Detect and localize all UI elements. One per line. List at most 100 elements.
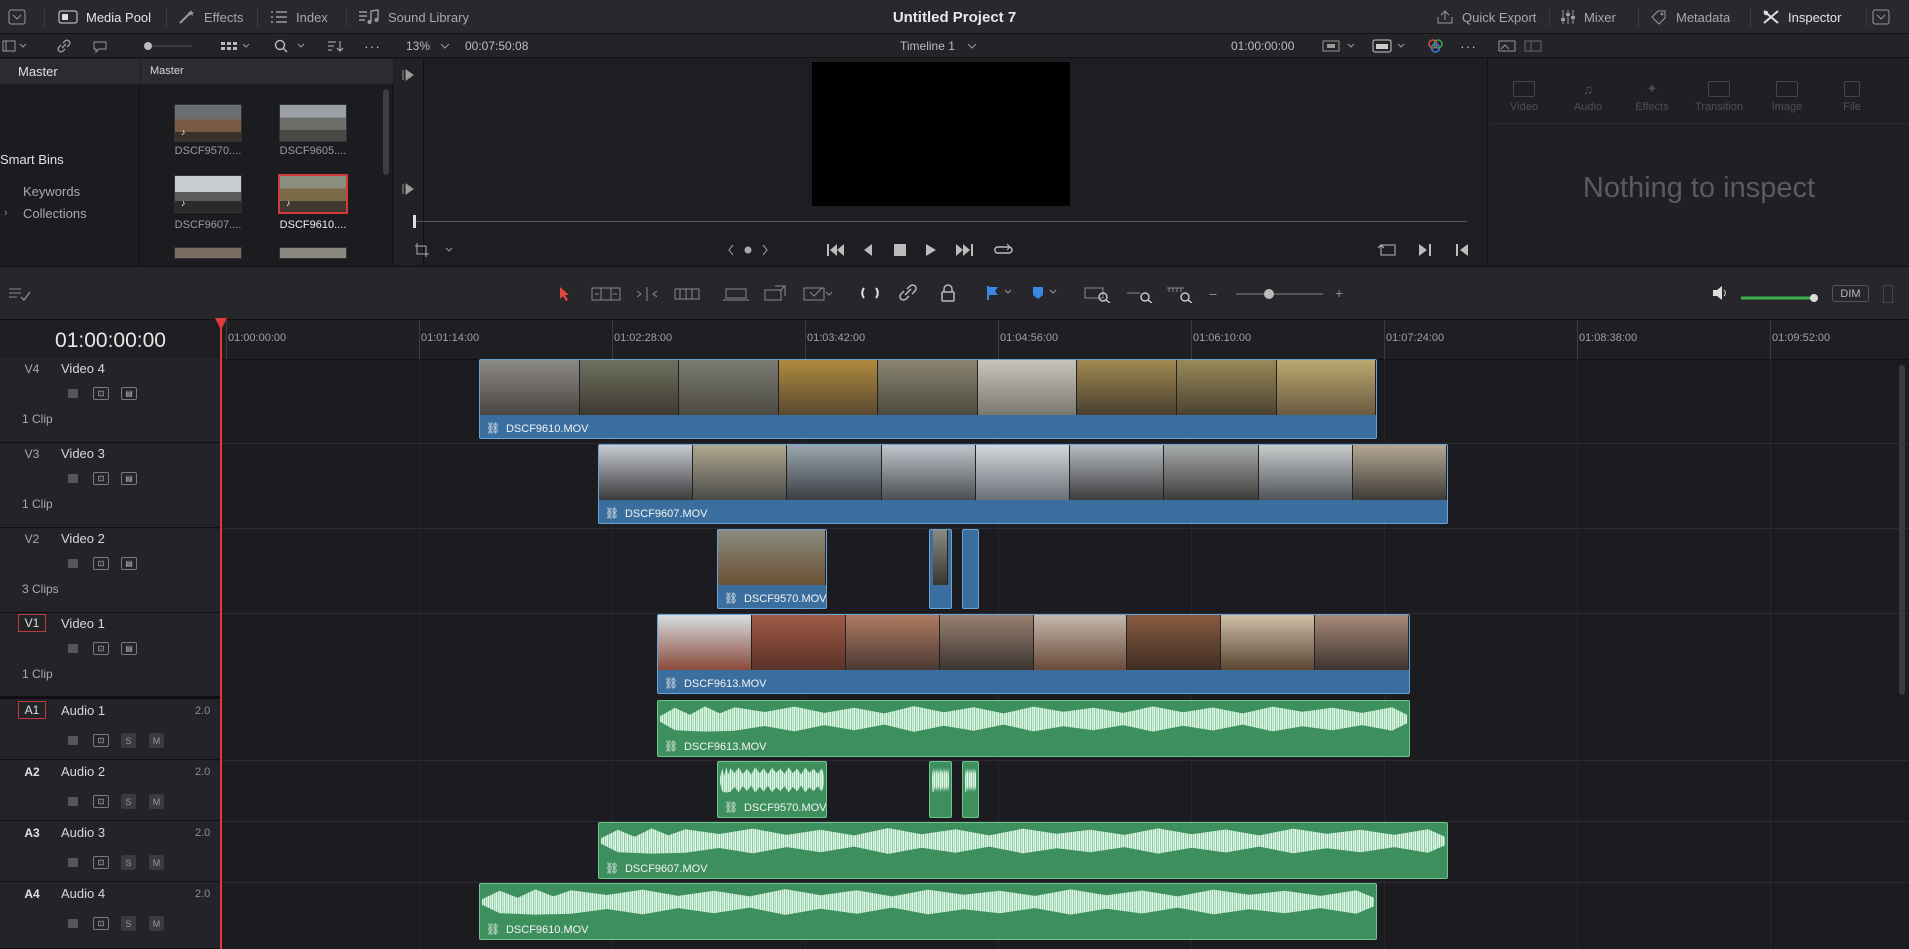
- go-to-end-icon[interactable]: [954, 242, 974, 261]
- viewer-size-dropdown[interactable]: [1322, 34, 1358, 58]
- pool-more-button[interactable]: ···: [364, 34, 381, 58]
- zoom-full-icon[interactable]: [1084, 285, 1112, 306]
- insert-clip-icon[interactable]: [722, 286, 750, 305]
- solo-button[interactable]: S: [121, 916, 136, 931]
- clip-thumbnail-selected[interactable]: ♪: [278, 174, 348, 214]
- sound-library-button[interactable]: Sound Library: [358, 0, 469, 34]
- audio-clip-short[interactable]: [962, 761, 979, 818]
- dim-button[interactable]: DIM: [1832, 285, 1869, 302]
- selection-tool-icon[interactable]: [558, 286, 572, 305]
- match-frame-icon[interactable]: [1377, 242, 1399, 261]
- auto-select-icon[interactable]: ⊡: [93, 387, 109, 400]
- video-clip[interactable]: ⛓ DSCF9613.MOV: [657, 614, 1410, 694]
- track-header-v2[interactable]: V2 Video 2 ⊡ ▤ 3 Clips: [0, 528, 221, 613]
- audio-clip-short[interactable]: [929, 761, 952, 818]
- bin-options-button[interactable]: [92, 34, 108, 58]
- viewer-mode-dropdown[interactable]: [1372, 34, 1408, 58]
- clip-thumbnail[interactable]: ♪: [174, 104, 242, 142]
- scrub-playhead[interactable]: [413, 215, 416, 228]
- auto-select-icon[interactable]: ⊡: [93, 557, 109, 570]
- audio-clip[interactable]: ⛓ DSCF9570.MOV: [717, 761, 827, 818]
- solo-button[interactable]: S: [121, 733, 136, 748]
- expand-icon[interactable]: [402, 183, 416, 198]
- search-button[interactable]: [274, 34, 308, 58]
- clip-thumbnail[interactable]: [174, 247, 242, 259]
- inspector-view-button[interactable]: [1498, 34, 1516, 58]
- auto-select-icon[interactable]: ⊡: [93, 795, 109, 808]
- lock-icon[interactable]: [68, 559, 78, 568]
- disable-track-icon[interactable]: ▤: [121, 387, 137, 400]
- mute-button[interactable]: M: [149, 855, 164, 870]
- workspace-menu-button[interactable]: [8, 0, 26, 34]
- solo-button[interactable]: S: [121, 855, 136, 870]
- playhead-handle[interactable]: [215, 318, 227, 330]
- link-bins-button[interactable]: [56, 34, 72, 58]
- mute-button[interactable]: M: [149, 733, 164, 748]
- track-header-v1[interactable]: V1 Video 1 ⊡ ▤ 1 Clip: [0, 613, 221, 697]
- sidebar-toggle[interactable]: [2, 34, 28, 58]
- index-button[interactable]: Index: [270, 0, 328, 34]
- loop-icon[interactable]: [993, 241, 1015, 262]
- expand-icon[interactable]: [402, 69, 416, 84]
- go-to-start-icon[interactable]: [826, 242, 846, 261]
- quick-export-button[interactable]: Quick Export: [1436, 0, 1536, 34]
- lock-icon[interactable]: [68, 797, 78, 806]
- stop-icon[interactable]: [893, 242, 907, 261]
- clip-thumbnail[interactable]: [279, 104, 347, 142]
- timeline-zoom-slider[interactable]: [1235, 285, 1325, 306]
- media-pool-button[interactable]: Media Pool: [58, 0, 151, 34]
- dynamic-trim-icon[interactable]: [634, 286, 660, 305]
- timeline-options-icon[interactable]: [8, 286, 32, 305]
- timeline-vertical-scrollbar[interactable]: [1899, 365, 1905, 695]
- auto-select-icon[interactable]: ⊡: [93, 856, 109, 869]
- jog-control[interactable]: [727, 243, 769, 260]
- video-clip-short[interactable]: [929, 529, 952, 609]
- linked-selection-icon[interactable]: [898, 284, 918, 305]
- mute-button[interactable]: M: [149, 794, 164, 809]
- clip-thumbnail[interactable]: [279, 247, 347, 259]
- clip-thumbnail[interactable]: ♪: [174, 175, 242, 213]
- next-edit-icon[interactable]: [1417, 242, 1433, 261]
- effects-button[interactable]: Effects: [178, 0, 244, 34]
- viewer-screen[interactable]: [812, 62, 1070, 206]
- disable-track-icon[interactable]: ▤: [121, 472, 137, 485]
- audio-clip[interactable]: ⛓ DSCF9613.MOV: [657, 700, 1410, 757]
- inspector-tab-audio[interactable]: ♫ Audio: [1558, 65, 1618, 113]
- track-header-v4[interactable]: V4 Video 4 ⊡ ▤ 1 Clip: [0, 358, 221, 443]
- pool-scrollbar[interactable]: [383, 89, 389, 175]
- lock-icon[interactable]: [68, 858, 78, 867]
- lock-icon[interactable]: [68, 644, 78, 653]
- auto-select-icon[interactable]: ⊡: [93, 734, 109, 747]
- inspector-button[interactable]: Inspector: [1762, 0, 1841, 34]
- inspector-split-button[interactable]: [1524, 34, 1542, 58]
- crop-tool-button[interactable]: [414, 242, 456, 261]
- play-icon[interactable]: [924, 242, 938, 261]
- timeline-selector[interactable]: Timeline 1: [900, 34, 977, 58]
- video-clip[interactable]: ⛓ DSCF9570.MOV: [717, 529, 827, 609]
- track-header-a4[interactable]: A4 Audio 4 2.0 ⊡ S M: [0, 882, 221, 949]
- lock-icon[interactable]: [68, 389, 78, 398]
- flag-icon[interactable]: [986, 285, 1016, 304]
- video-clip[interactable]: ⛓ DSCF9610.MOV: [479, 359, 1377, 439]
- track-header-v3[interactable]: V3 Video 3 ⊡ ▤ 1 Clip: [0, 443, 221, 528]
- prev-edit-icon[interactable]: [1454, 242, 1470, 261]
- video-clip[interactable]: ⛓ DSCF9607.MOV: [598, 444, 1448, 524]
- disable-track-icon[interactable]: ▤: [121, 557, 137, 570]
- track-header-a3[interactable]: A3 Audio 3 2.0 ⊡ S M: [0, 821, 221, 882]
- speaker-icon[interactable]: [1711, 285, 1729, 304]
- track-header-a2[interactable]: A2 Audio 2 2.0 ⊡ S M: [0, 760, 221, 821]
- overwrite-clip-icon[interactable]: [763, 284, 789, 305]
- chevron-right-icon[interactable]: ›: [4, 207, 8, 219]
- mute-button[interactable]: M: [149, 916, 164, 931]
- lock-icon[interactable]: [68, 736, 78, 745]
- layout-menu-button[interactable]: [1872, 0, 1890, 34]
- timeline-playhead[interactable]: [220, 320, 222, 949]
- lock-icon[interactable]: [68, 919, 78, 928]
- marker-icon[interactable]: [1030, 285, 1060, 304]
- track-header-a1[interactable]: A1 Audio 1 2.0 ⊡ S M: [0, 699, 221, 760]
- zoom-detail-icon[interactable]: [1126, 285, 1154, 306]
- audio-meter-toggle[interactable]: [1883, 285, 1893, 303]
- step-back-icon[interactable]: [861, 242, 875, 261]
- solo-button[interactable]: S: [121, 794, 136, 809]
- sort-button[interactable]: [326, 34, 344, 58]
